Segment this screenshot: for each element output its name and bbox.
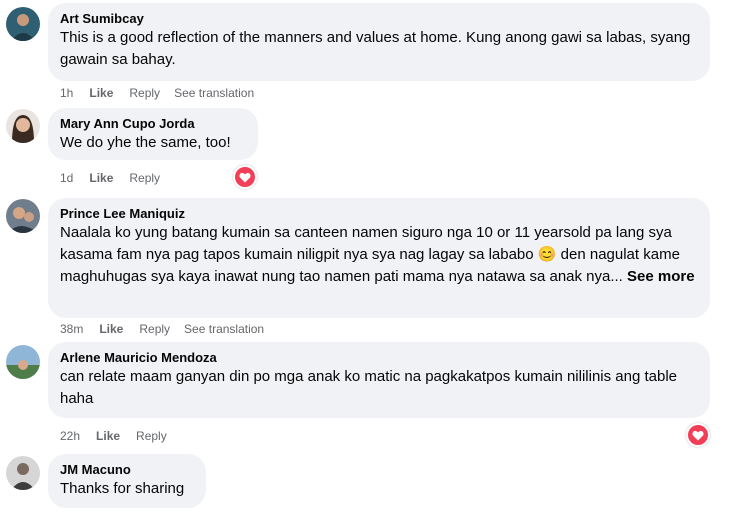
see-translation-link[interactable]: See translation [184,321,264,337]
comment-actions: 1d Like Reply [60,170,174,186]
like-button[interactable]: Like [96,428,120,444]
comment-actions: 38m Like Reply See translation [60,321,264,337]
commenter-name[interactable]: Art Sumibcay [60,10,698,27]
avatar[interactable] [6,456,40,490]
comment-text: Naalala ko yung batang kumain sa canteen… [60,222,698,288]
love-reaction-icon[interactable] [686,423,710,447]
like-button[interactable]: Like [89,170,113,186]
reply-button[interactable]: Reply [129,85,160,101]
commenter-name[interactable]: Mary Ann Cupo Jorda [60,115,246,132]
love-reaction-icon[interactable] [233,165,257,189]
see-more-link[interactable]: See more [627,268,695,285]
commenter-name[interactable]: JM Macuno [60,461,194,478]
comment-bubble: Prince Lee Maniquiz Naalala ko yung bata… [48,198,710,318]
comment-actions: 1h Like Reply See translation [60,85,254,101]
comment-bubble: Arlene Mauricio Mendoza can relate maam … [48,342,710,418]
like-button[interactable]: Like [89,85,113,101]
reply-button[interactable]: Reply [129,170,160,186]
see-translation-link[interactable]: See translation [174,85,254,101]
comment-bubble: Art Sumibcay This is a good reflection o… [48,3,710,81]
comment-actions: 22h Like Reply [60,428,181,444]
avatar[interactable] [6,109,40,143]
avatar[interactable] [6,345,40,379]
commenter-name[interactable]: Prince Lee Maniquiz [60,205,698,222]
reply-button[interactable]: Reply [136,428,167,444]
like-button[interactable]: Like [99,321,123,337]
comment-text: This is a good reflection of the manners… [60,29,691,68]
avatar[interactable] [6,199,40,233]
comment-text: can relate maam ganyan din po mga anak k… [60,368,678,407]
comment-text: We do yhe the same, too! [60,134,231,151]
comment-text: Thanks for sharing [60,480,185,497]
comment-time[interactable]: 1h [60,85,73,101]
comment-time[interactable]: 22h [60,428,80,444]
comment-bubble: JM Macuno Thanks for sharing [48,454,206,508]
comment-time[interactable]: 38m [60,321,83,337]
commenter-name[interactable]: Arlene Mauricio Mendoza [60,349,698,366]
comment-time[interactable]: 1d [60,170,73,186]
comment-bubble: Mary Ann Cupo Jorda We do yhe the same, … [48,108,258,160]
smile-emoji: 😊 [537,246,557,263]
reply-button[interactable]: Reply [139,321,170,337]
avatar[interactable] [6,7,40,41]
